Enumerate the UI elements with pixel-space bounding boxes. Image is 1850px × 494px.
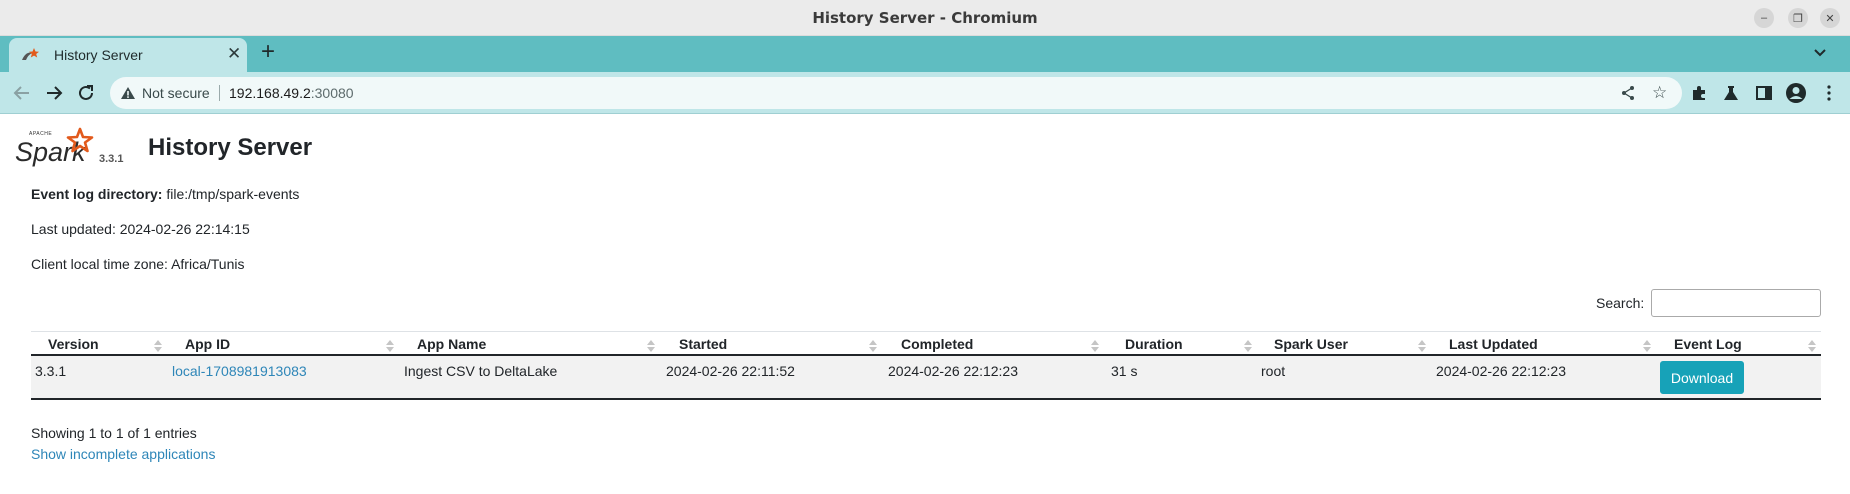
spark-version: 3.3.1 bbox=[99, 153, 124, 165]
more-menu-icon[interactable] bbox=[1820, 84, 1838, 102]
sort-icon[interactable] bbox=[1244, 340, 1252, 352]
download-button[interactable]: Download bbox=[1660, 361, 1744, 394]
share-icon[interactable] bbox=[1620, 85, 1636, 101]
table-header: Version App ID App Name Started Complete… bbox=[31, 331, 1821, 356]
browser-toolbar: Not secure 192.168.49.2:30080 ☆ bbox=[0, 72, 1850, 114]
extensions-puzzle-icon[interactable] bbox=[1690, 84, 1708, 102]
column-header-event-log[interactable]: Event Log bbox=[1674, 336, 1742, 352]
maximize-icon: ❐ bbox=[1793, 12, 1803, 25]
url-text[interactable]: 192.168.49.2:30080 bbox=[229, 85, 354, 101]
sort-icon[interactable] bbox=[1643, 340, 1651, 352]
profile-avatar-icon[interactable] bbox=[1785, 82, 1807, 104]
sort-icon[interactable] bbox=[386, 340, 394, 352]
event-log-label: Event log directory: bbox=[31, 186, 163, 202]
entries-info: Showing 1 to 1 of 1 entries bbox=[31, 425, 197, 441]
tab-close-icon[interactable]: ✕ bbox=[227, 44, 241, 64]
labs-flask-icon[interactable] bbox=[1722, 84, 1740, 102]
maximize-button[interactable]: ❐ bbox=[1788, 8, 1808, 28]
cell-started: 2024-02-26 22:11:52 bbox=[666, 363, 795, 379]
window-title: History Server - Chromium bbox=[812, 9, 1038, 27]
column-header-spark-user[interactable]: Spark User bbox=[1274, 336, 1348, 352]
address-separator bbox=[219, 85, 220, 101]
tab-search-chevron-icon[interactable] bbox=[1812, 44, 1828, 60]
sort-icon[interactable] bbox=[1091, 340, 1099, 352]
column-header-app-name[interactable]: App Name bbox=[417, 336, 486, 352]
window-titlebar: History Server - Chromium – ❐ ✕ bbox=[0, 0, 1850, 36]
event-log-directory: Event log directory: file:/tmp/spark-eve… bbox=[31, 186, 299, 202]
sort-icon[interactable] bbox=[1418, 340, 1426, 352]
cell-last-updated: 2024-02-26 22:12:23 bbox=[1436, 363, 1566, 379]
column-header-app-id[interactable]: App ID bbox=[185, 336, 230, 352]
close-window-button[interactable]: ✕ bbox=[1820, 8, 1840, 28]
cell-duration: 31 s bbox=[1111, 363, 1138, 379]
sort-icon[interactable] bbox=[647, 340, 655, 352]
bookmark-star-icon[interactable]: ☆ bbox=[1652, 83, 1667, 103]
table-row: 3.3.1 local-1708981913083 Ingest CSV to … bbox=[31, 356, 1821, 400]
reload-icon[interactable] bbox=[75, 82, 97, 104]
tab-strip: History Server ✕ + bbox=[0, 36, 1850, 72]
back-arrow-icon[interactable] bbox=[11, 82, 33, 104]
cell-app-name: Ingest CSV to DeltaLake bbox=[404, 363, 558, 379]
close-icon: ✕ bbox=[1825, 12, 1835, 25]
minimize-button[interactable]: – bbox=[1754, 8, 1774, 28]
spark-favicon-icon bbox=[22, 48, 39, 60]
minimize-icon: – bbox=[1760, 12, 1768, 24]
timezone-text: Client local time zone: Africa/Tunis bbox=[31, 256, 245, 272]
search-input[interactable] bbox=[1651, 289, 1821, 317]
security-label[interactable]: Not secure bbox=[142, 85, 210, 101]
side-panel-icon[interactable] bbox=[1755, 84, 1773, 102]
new-tab-button[interactable]: + bbox=[261, 40, 275, 64]
page-title: History Server bbox=[148, 134, 313, 161]
show-incomplete-link[interactable]: Show incomplete applications bbox=[31, 446, 215, 462]
column-header-started[interactable]: Started bbox=[679, 336, 727, 352]
search-label: Search: bbox=[1596, 295, 1645, 311]
cell-version: 3.3.1 bbox=[35, 363, 67, 379]
column-header-duration[interactable]: Duration bbox=[1125, 336, 1183, 352]
page-content: APACHE Spark 3.3.1 History Server Event … bbox=[0, 114, 1850, 494]
event-log-value: file:/tmp/spark-events bbox=[162, 186, 300, 202]
url-host: 192.168.49.2 bbox=[229, 85, 311, 101]
warning-icon[interactable] bbox=[120, 85, 136, 101]
last-updated-text: Last updated: 2024-02-26 22:14:15 bbox=[31, 221, 250, 237]
spark-logo-text: Spark bbox=[15, 137, 87, 167]
sort-icon[interactable] bbox=[869, 340, 877, 352]
tab-history-server[interactable]: History Server ✕ bbox=[9, 38, 247, 72]
cell-app-id: local-1708981913083 bbox=[172, 363, 307, 379]
sort-icon[interactable] bbox=[1808, 340, 1816, 352]
applications-table: Version App ID App Name Started Complete… bbox=[31, 331, 1821, 400]
url-port: :30080 bbox=[310, 85, 354, 101]
cell-spark-user: root bbox=[1261, 363, 1286, 379]
forward-arrow-icon[interactable] bbox=[43, 82, 65, 104]
app-id-link[interactable]: local-1708981913083 bbox=[172, 363, 307, 379]
cell-completed: 2024-02-26 22:12:23 bbox=[888, 363, 1018, 379]
address-bar[interactable]: Not secure 192.168.49.2:30080 ☆ bbox=[110, 77, 1682, 109]
spark-logo[interactable]: APACHE Spark bbox=[15, 127, 95, 167]
sort-icon[interactable] bbox=[154, 340, 162, 352]
column-header-last-updated[interactable]: Last Updated bbox=[1449, 336, 1538, 352]
column-header-completed[interactable]: Completed bbox=[901, 336, 973, 352]
tab-title: History Server bbox=[54, 47, 143, 63]
column-header-version[interactable]: Version bbox=[48, 336, 99, 352]
